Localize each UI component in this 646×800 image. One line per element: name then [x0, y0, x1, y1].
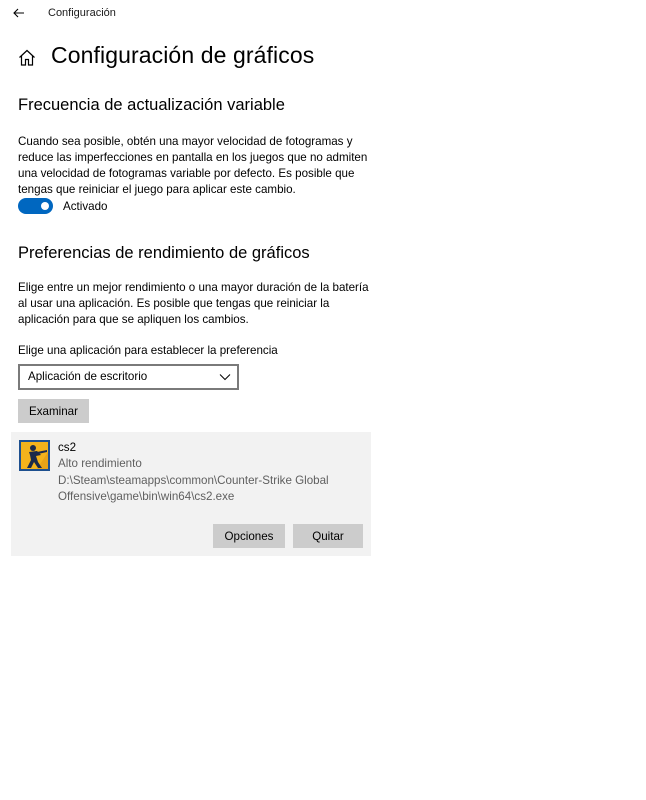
browse-button[interactable]: Examinar — [18, 399, 89, 423]
home-icon[interactable] — [17, 48, 37, 68]
toggle-knob — [41, 202, 49, 210]
app-type-label: Elige una aplicación para establecer la … — [18, 344, 278, 357]
variable-refresh-description: Cuando sea posible, obtén una mayor velo… — [18, 135, 368, 196]
window-title: Configuración — [48, 7, 116, 19]
variable-refresh-heading: Frecuencia de actualización variable — [18, 96, 285, 114]
variable-refresh-toggle-label: Activado — [63, 200, 108, 213]
app-preference: Alto rendimiento — [58, 457, 142, 470]
app-type-dropdown-value: Aplicación de escritorio — [28, 370, 148, 383]
app-type-dropdown[interactable]: Aplicación de escritorio — [18, 364, 239, 390]
performance-preference-heading: Preferencias de rendimiento de gráficos — [18, 244, 310, 262]
counter-strike-app-icon — [19, 440, 50, 471]
page-title: Configuración de gráficos — [51, 42, 315, 68]
back-button[interactable] — [6, 2, 32, 24]
options-button[interactable]: Opciones — [213, 524, 285, 548]
performance-preference-description: Elige entre un mejor rendimiento o una m… — [18, 281, 369, 326]
app-name: cs2 — [58, 441, 77, 454]
chevron-down-icon — [219, 374, 231, 381]
remove-button[interactable]: Quitar — [293, 524, 363, 548]
back-arrow-icon — [13, 8, 24, 18]
app-list-item[interactable]: cs2 Alto rendimiento D:\Steam\steamapps\… — [11, 432, 371, 556]
app-path: D:\Steam\steamapps\common\Counter-Strike… — [58, 474, 329, 503]
variable-refresh-toggle[interactable] — [18, 198, 53, 214]
